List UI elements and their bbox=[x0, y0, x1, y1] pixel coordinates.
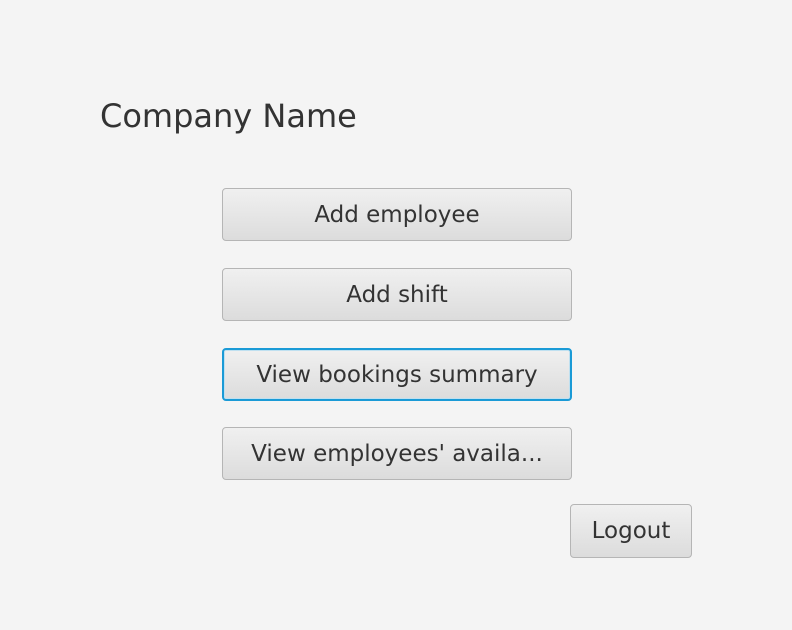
logout-button[interactable]: Logout bbox=[570, 504, 692, 558]
view-employees-availability-button[interactable]: View employees' availa... bbox=[222, 427, 572, 480]
add-shift-button[interactable]: Add shift bbox=[222, 268, 572, 321]
view-bookings-summary-button[interactable]: View bookings summary bbox=[222, 348, 572, 401]
add-employee-button[interactable]: Add employee bbox=[222, 188, 572, 241]
company-name-title: Company Name bbox=[100, 97, 357, 135]
